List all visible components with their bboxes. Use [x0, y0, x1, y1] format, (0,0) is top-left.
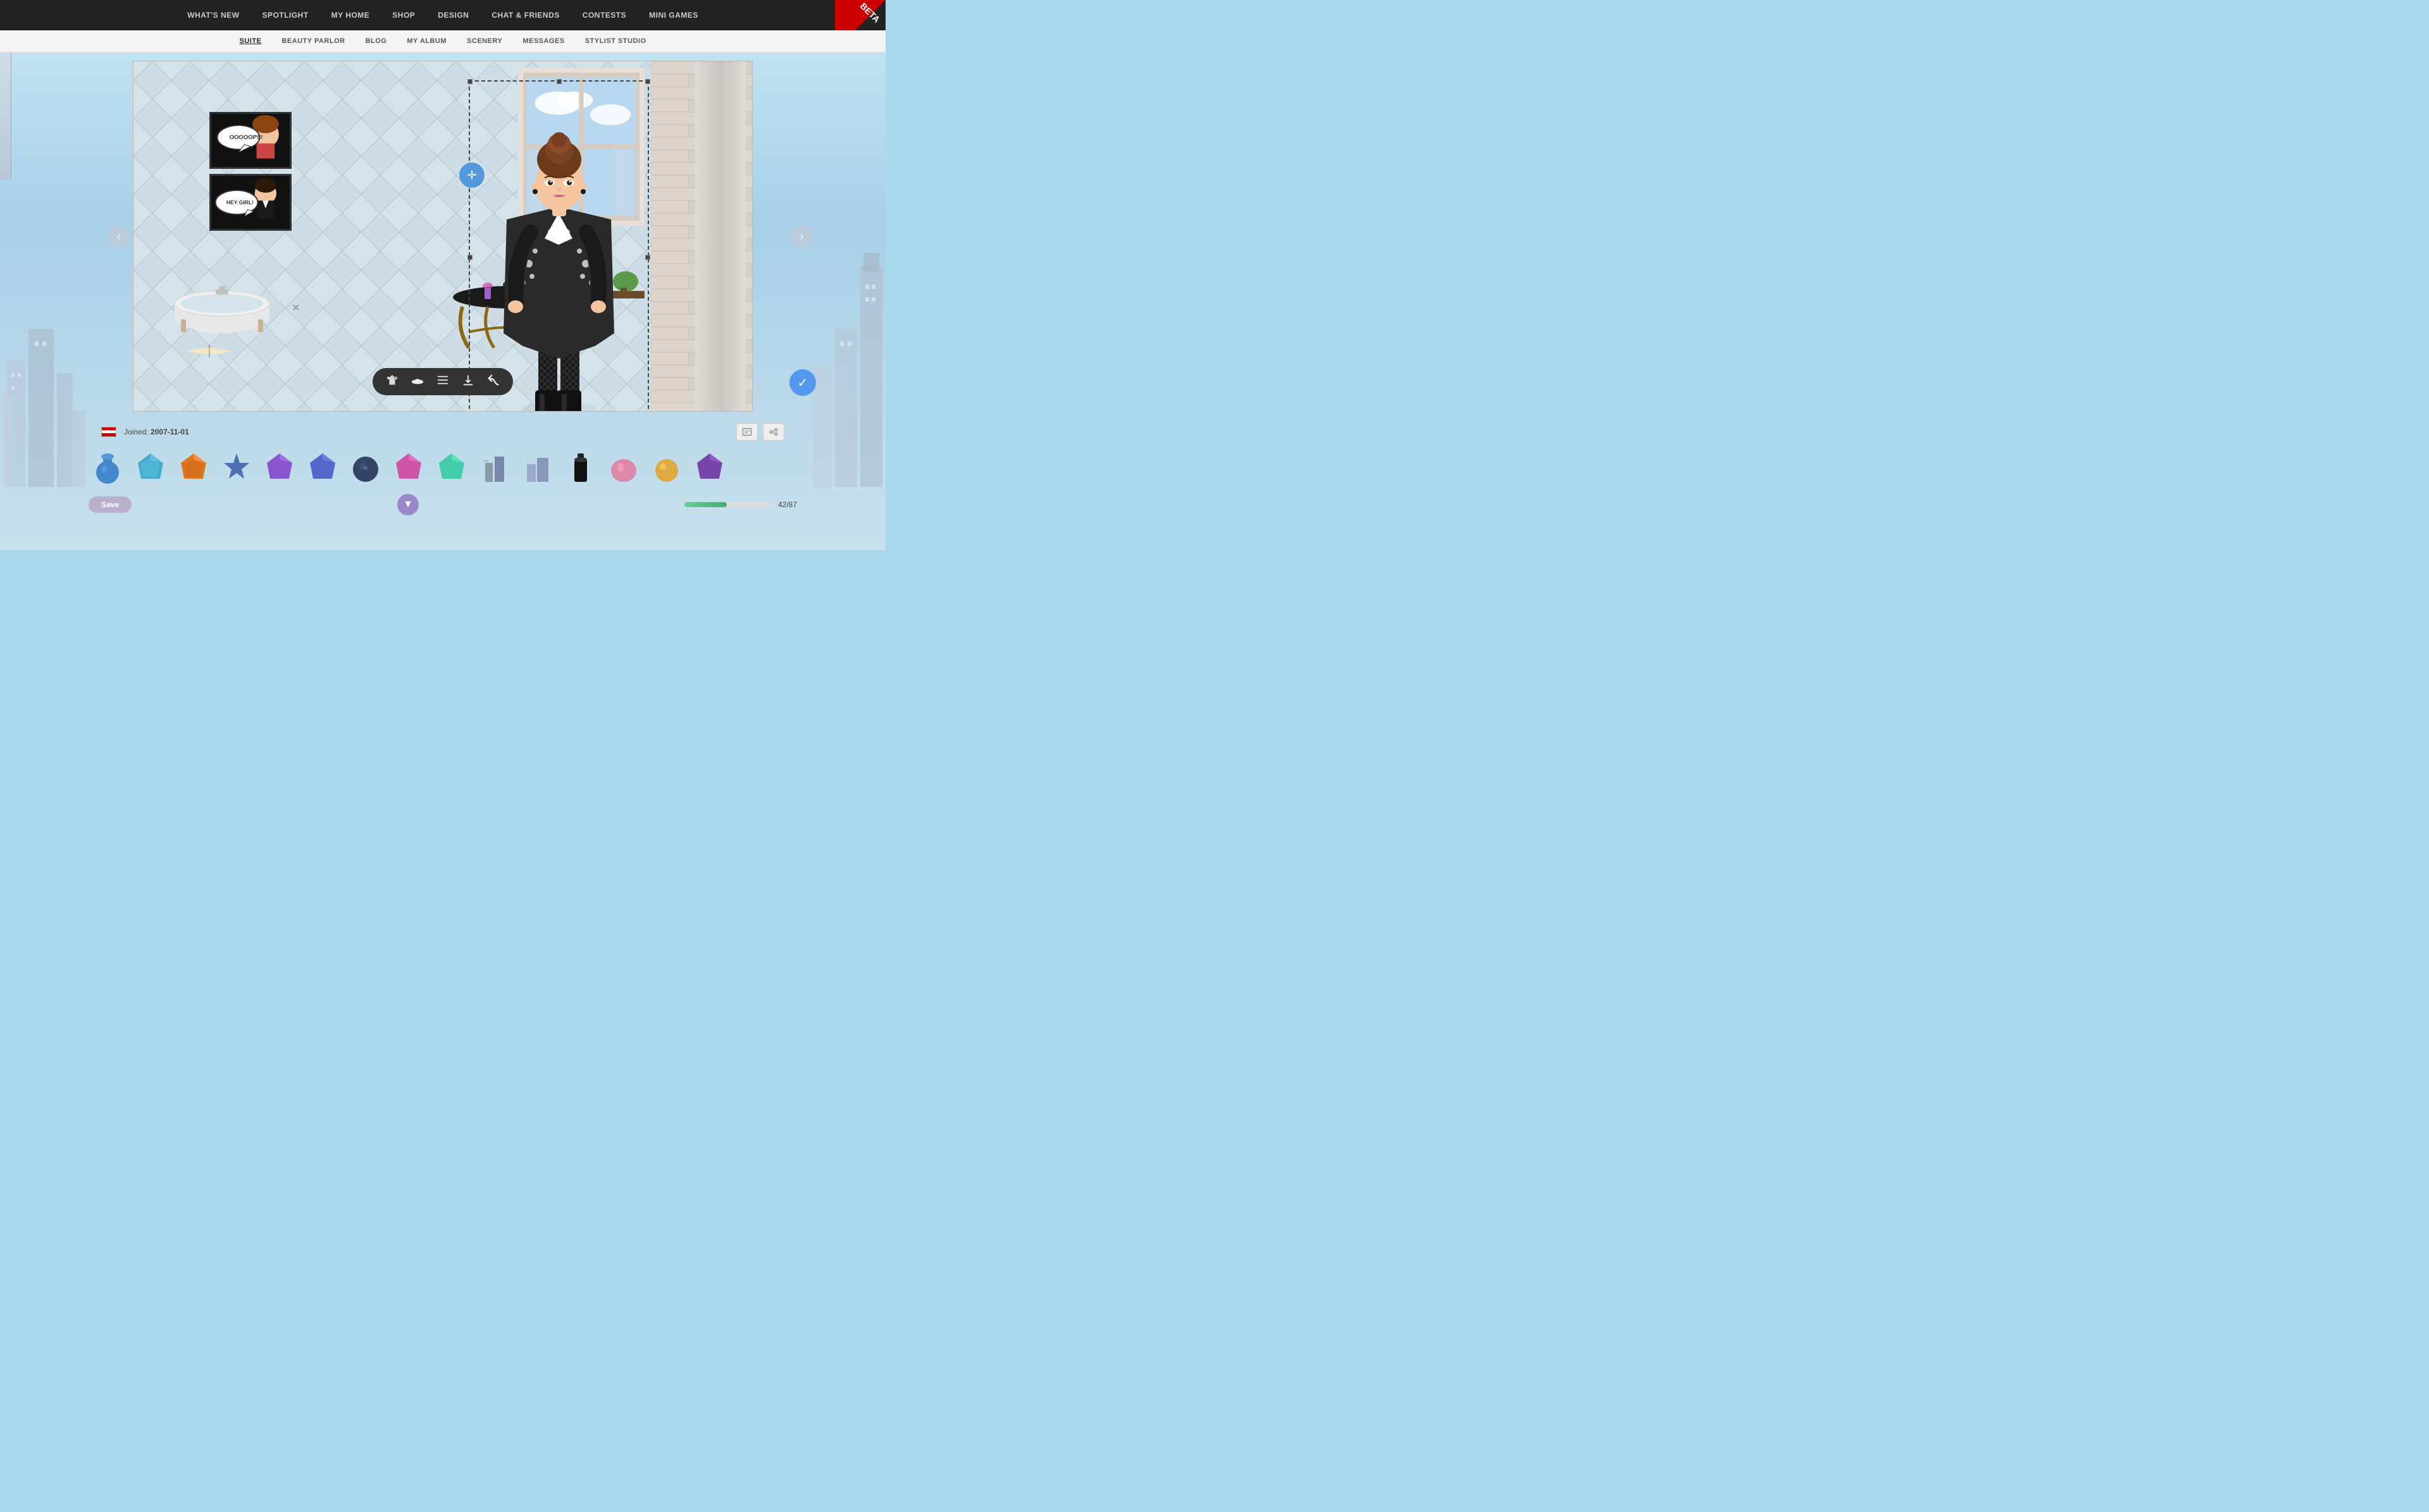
item-dark-gem[interactable]	[347, 448, 385, 486]
save-button[interactable]: Save	[89, 496, 132, 513]
arrow-right-button[interactable]: ›	[791, 225, 813, 247]
item-teal-gem[interactable]	[132, 448, 170, 486]
item-purple-gem[interactable]	[261, 448, 299, 486]
subnav-blog[interactable]: BLOG	[355, 30, 397, 52]
confirm-button[interactable]: ✓	[789, 369, 816, 396]
curtain	[695, 61, 746, 411]
country-flag	[101, 427, 116, 437]
items-bar	[0, 445, 886, 490]
suite-wrapper: ‹	[133, 61, 753, 412]
item-purple-gem2[interactable]	[691, 448, 729, 486]
suite-canvas: OOOOOPS!	[133, 61, 753, 412]
item-bottle-pink[interactable]	[562, 448, 600, 486]
svg-text:HEY GIRL!: HEY GIRL!	[226, 199, 254, 206]
nav-design[interactable]: DESIGN	[426, 0, 480, 30]
svg-text:OOOOOPS!: OOOOOPS!	[230, 134, 263, 141]
top-nav: WHAT'S NEW SPOTLIGHT MY HOME SHOP DESIGN…	[0, 0, 886, 30]
item-orange-gem[interactable]	[175, 448, 213, 486]
subnav-stylist-studio[interactable]: STYLIST STUDIO	[575, 30, 657, 52]
nav-my-home[interactable]: MY HOME	[320, 0, 381, 30]
selection-box	[469, 80, 649, 412]
progress-text: 42/87	[778, 500, 797, 509]
item-city-icon2[interactable]	[519, 448, 557, 486]
item-blue-gem2[interactable]	[304, 448, 342, 486]
scroll-down-button[interactable]: ▼	[397, 494, 419, 515]
share-button[interactable]	[763, 423, 784, 441]
info-button[interactable]	[736, 423, 758, 441]
list-button[interactable]	[436, 373, 450, 390]
progress-fill	[684, 502, 727, 507]
nav-chat-friends[interactable]: CHAT & FRIENDS	[480, 0, 571, 30]
sticker-area: OOOOOPS!	[209, 112, 292, 236]
book-on-floor	[184, 341, 235, 360]
action-bar: Save ▼ 42/87	[0, 490, 886, 519]
item-star-gem[interactable]	[218, 448, 256, 486]
download-button[interactable]	[461, 373, 475, 390]
subnav-scenery[interactable]: SCENERY	[457, 30, 512, 52]
handle-tr[interactable]	[645, 79, 650, 84]
bathtub	[171, 272, 273, 335]
subnav-suite[interactable]: SUITE	[229, 30, 271, 52]
nav-shop[interactable]: SHOP	[381, 0, 426, 30]
suite-toolbar	[373, 368, 513, 395]
sticker-1[interactable]: OOOOOPS!	[209, 112, 292, 169]
item-teal-gem2[interactable]	[433, 448, 471, 486]
bottom-info-bar: Joined: 2007-11-01	[0, 419, 886, 445]
subnav-my-album[interactable]: MY ALBUM	[397, 30, 457, 52]
sub-nav: SUITE BEAUTY PARLOR BLOG MY ALBUM SCENER…	[0, 30, 886, 53]
subnav-beauty-parlor[interactable]: BEAUTY PARLOR	[271, 30, 355, 52]
delete-item-button[interactable]: ✕	[292, 302, 300, 314]
nav-contests[interactable]: CONTESTS	[571, 0, 638, 30]
progress-bar	[684, 502, 773, 507]
handle-tm[interactable]	[557, 79, 562, 84]
share-area	[736, 423, 784, 441]
arrow-left-button[interactable]: ‹	[108, 225, 130, 247]
item-pink-gem[interactable]	[390, 448, 428, 486]
handle-mr[interactable]	[645, 255, 650, 260]
main-content: ‹	[0, 53, 886, 419]
outfit-button[interactable]	[385, 373, 399, 390]
subnav-messages[interactable]: MESSAGES	[512, 30, 574, 52]
nav-spotlight[interactable]: SPOTLIGHT	[251, 0, 320, 30]
nav-mini-games[interactable]: MINI GAMES	[638, 0, 710, 30]
sticker-2[interactable]: HEY GIRL!	[209, 174, 292, 231]
item-city-icon[interactable]	[476, 448, 514, 486]
undo-button[interactable]	[486, 373, 500, 390]
hat-button[interactable]	[411, 373, 424, 390]
handle-ml[interactable]	[467, 255, 473, 260]
item-blue-bottle[interactable]	[89, 448, 127, 486]
handle-tl[interactable]	[467, 79, 473, 84]
nav-whats-new[interactable]: WHAT'S NEW	[176, 0, 250, 30]
left-edge-panel	[0, 53, 11, 180]
item-yellow-gem[interactable]	[648, 448, 686, 486]
join-date-text: Joined: 2007-11-01	[124, 427, 189, 436]
item-pink-gem2[interactable]	[605, 448, 643, 486]
beta-text: BETA	[858, 1, 882, 25]
progress-container: 42/87	[684, 500, 797, 509]
move-icon[interactable]: ✛	[459, 163, 485, 188]
